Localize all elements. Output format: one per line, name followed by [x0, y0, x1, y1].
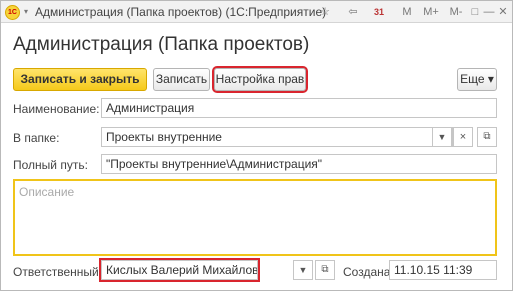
description-placeholder: Описание	[19, 185, 75, 199]
path-label: Полный путь:	[13, 158, 88, 172]
star-icon[interactable]: ☆	[317, 4, 333, 20]
link-icon[interactable]: ⇦	[345, 4, 361, 20]
name-field[interactable]: Администрация	[101, 98, 497, 118]
close-icon[interactable]: ✕	[496, 4, 510, 20]
memory-m-button[interactable]: M	[400, 4, 414, 20]
calendar-icon[interactable]: 31	[371, 4, 387, 20]
maximize-icon[interactable]: □	[468, 4, 482, 20]
minimize-icon[interactable]: —	[483, 4, 495, 20]
created-field: 11.10.15 11:39	[389, 260, 497, 280]
folder-dropdown-icon[interactable]: ▼	[432, 127, 452, 147]
responsible-label: Ответственный:	[13, 265, 103, 279]
folder-field[interactable]: Проекты внутренние	[101, 127, 453, 147]
app-logo-icon[interactable]: 1С	[5, 5, 20, 20]
folder-label: В папке:	[13, 131, 60, 145]
save-button[interactable]: Записать	[153, 68, 210, 91]
app-window: 1С ▾ Администрация (Папка проектов) (1С:…	[0, 0, 513, 291]
created-label: Создана:	[343, 265, 394, 279]
responsible-dropdown-icon[interactable]: ▼	[293, 260, 313, 280]
responsible-field[interactable]: Кислых Валерий Михайлович	[99, 258, 260, 282]
memory-plus-button[interactable]: M+	[420, 4, 442, 20]
save-and-close-button[interactable]: Записать и закрыть	[13, 68, 147, 91]
memory-minus-button[interactable]: M-	[446, 4, 466, 20]
page-title: Администрация (Папка проектов)	[13, 34, 310, 55]
description-textarea[interactable]: Описание	[13, 179, 497, 256]
window-title: Администрация (Папка проектов) (1С:Предп…	[35, 5, 327, 19]
name-label: Наименование:	[13, 102, 100, 116]
more-button[interactable]: Еще ▾	[457, 68, 497, 91]
folder-open-icon[interactable]: ⧉	[477, 127, 497, 147]
access-settings-button[interactable]: Настройка прав	[212, 66, 308, 93]
folder-clear-icon[interactable]: ×	[453, 127, 473, 147]
menu-chevron-icon[interactable]: ▾	[21, 4, 31, 20]
title-bar: 1С ▾ Администрация (Папка проектов) (1С:…	[1, 1, 512, 23]
path-field: "Проекты внутренние\Администрация"	[101, 154, 497, 174]
responsible-open-icon[interactable]: ⧉	[315, 260, 335, 280]
